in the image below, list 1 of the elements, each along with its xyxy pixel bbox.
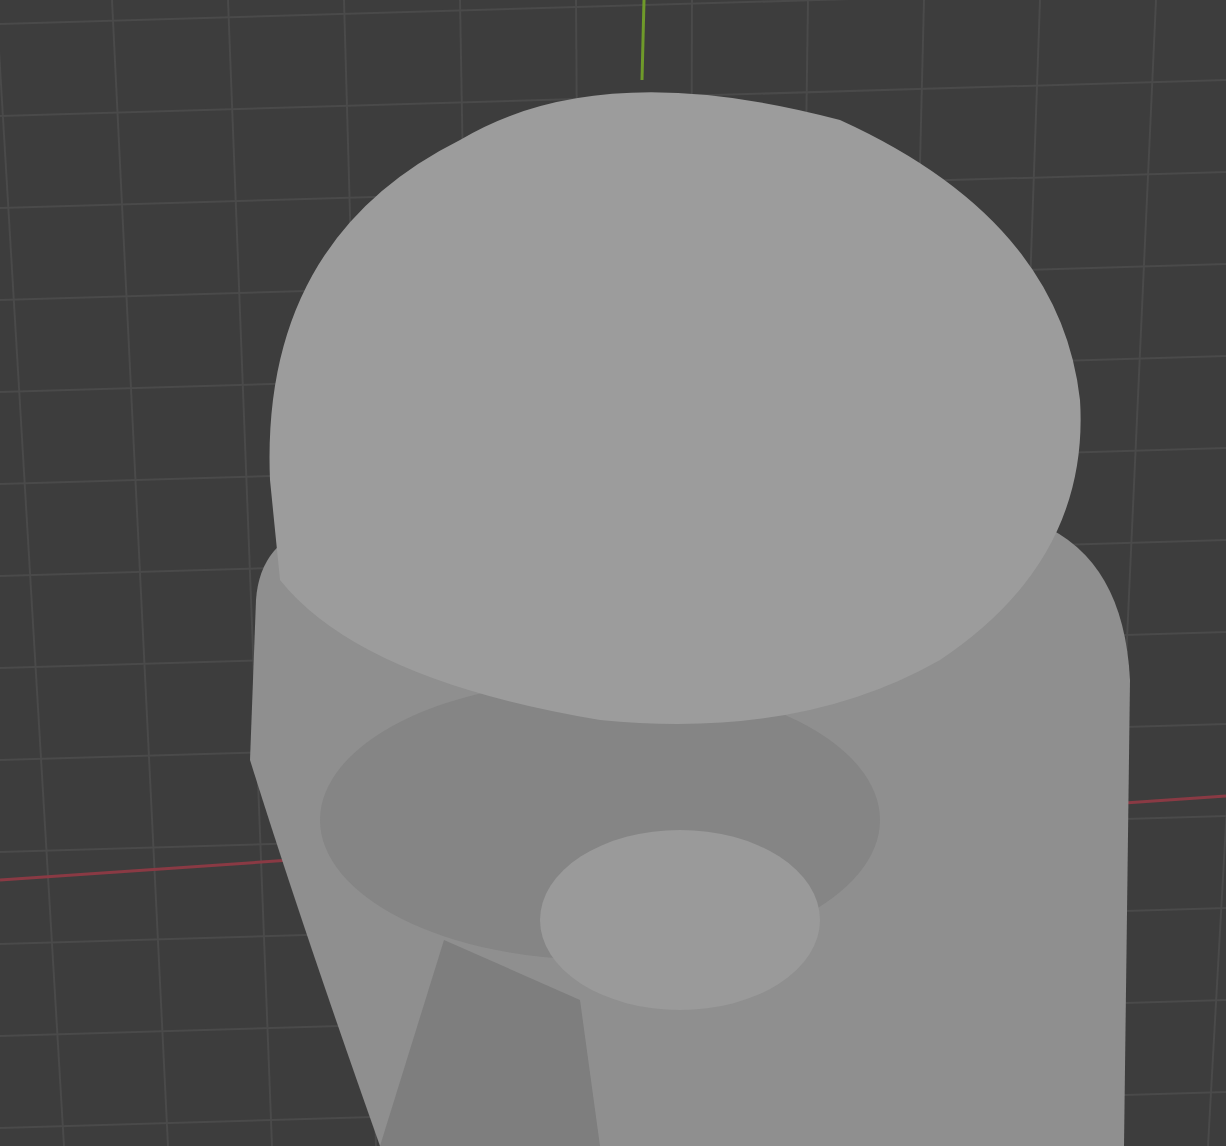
y-axis-line	[640, 0, 646, 81]
